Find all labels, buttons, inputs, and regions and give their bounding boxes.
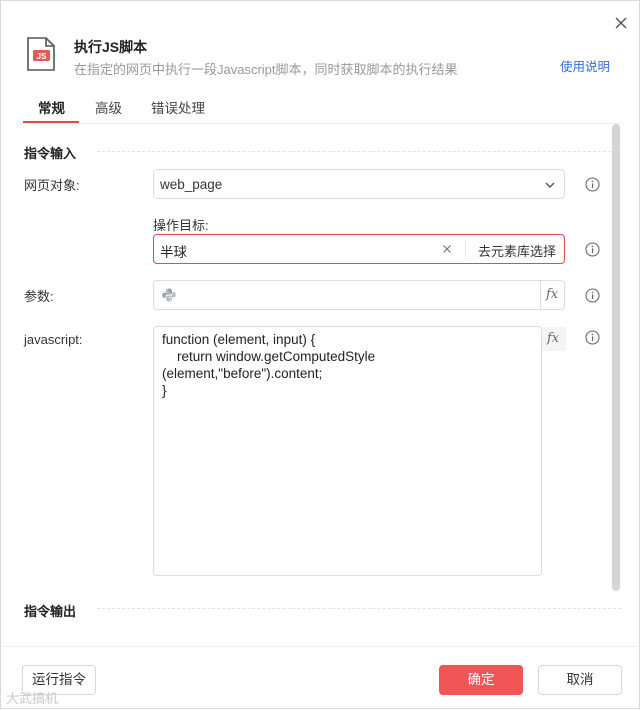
- vertical-scrollbar[interactable]: [612, 124, 620, 591]
- params-label: 参数:: [24, 289, 54, 304]
- cancel-button[interactable]: 取消: [538, 665, 622, 695]
- params-input[interactable]: fx: [153, 280, 565, 310]
- target-input[interactable]: 半球 去元素库选择: [153, 234, 565, 264]
- target-label: 操作目标:: [153, 218, 209, 233]
- code-line: return window.getComputedStyle: [162, 349, 376, 364]
- web-page-value: web_page: [160, 177, 223, 192]
- pick-element-button[interactable]: 去元素库选择: [478, 241, 556, 260]
- input-section-title: 指令输入: [24, 146, 77, 161]
- javascript-fx-label: fx: [547, 331, 560, 346]
- tab-advanced[interactable]: 高级: [95, 97, 122, 117]
- tab-general[interactable]: 常规: [38, 97, 65, 117]
- help-link[interactable]: 使用说明: [560, 56, 610, 75]
- code-line: function (element, input) {: [162, 332, 316, 347]
- input-section-divider: [97, 151, 621, 152]
- output-section-title: 指令输出: [24, 604, 77, 619]
- close-icon[interactable]: [612, 14, 630, 32]
- form-scroll-area: 指令输入 网页对象: web_page 操作目标: 半球 去元素库选择 参数: …: [1, 124, 641, 644]
- target-divider: [465, 241, 466, 257]
- code-line: }: [162, 383, 167, 398]
- tab-error-handling[interactable]: 错误处理: [151, 97, 205, 117]
- python-icon: [162, 288, 176, 302]
- javascript-label: javascript:: [24, 332, 83, 347]
- dialog-subtitle: 在指定的网页中执行一段Javascript脚本，同时获取脚本的执行结果: [74, 62, 458, 77]
- web-page-info-icon[interactable]: [585, 177, 600, 192]
- web-page-label: 网页对象:: [24, 178, 80, 193]
- javascript-info-icon[interactable]: [585, 330, 600, 345]
- output-section-divider: [97, 608, 621, 609]
- params-fx-divider: [540, 281, 541, 309]
- params-fx-button[interactable]: fx: [546, 287, 558, 302]
- footer-divider: [2, 646, 640, 647]
- params-info-icon[interactable]: [585, 288, 600, 303]
- clear-icon[interactable]: [441, 243, 453, 255]
- web-page-select[interactable]: web_page: [153, 169, 565, 199]
- js-file-icon: JS: [27, 37, 55, 71]
- watermark: 大武搞机: [6, 691, 59, 706]
- javascript-fx-button[interactable]: fx: [542, 327, 566, 351]
- code-line: (element,"before").content;: [162, 366, 323, 381]
- chevron-down-icon: [545, 182, 555, 188]
- dialog: JS 执行JS脚本 在指定的网页中执行一段Javascript脚本，同时获取脚本…: [0, 0, 640, 709]
- js-file-icon-text: JS: [37, 52, 47, 61]
- target-value: 半球: [160, 245, 187, 260]
- target-info-icon[interactable]: [585, 242, 600, 257]
- dialog-title: 执行JS脚本: [74, 39, 148, 55]
- confirm-button[interactable]: 确定: [439, 665, 523, 695]
- javascript-code-editor[interactable]: function (element, input) { return windo…: [153, 326, 542, 576]
